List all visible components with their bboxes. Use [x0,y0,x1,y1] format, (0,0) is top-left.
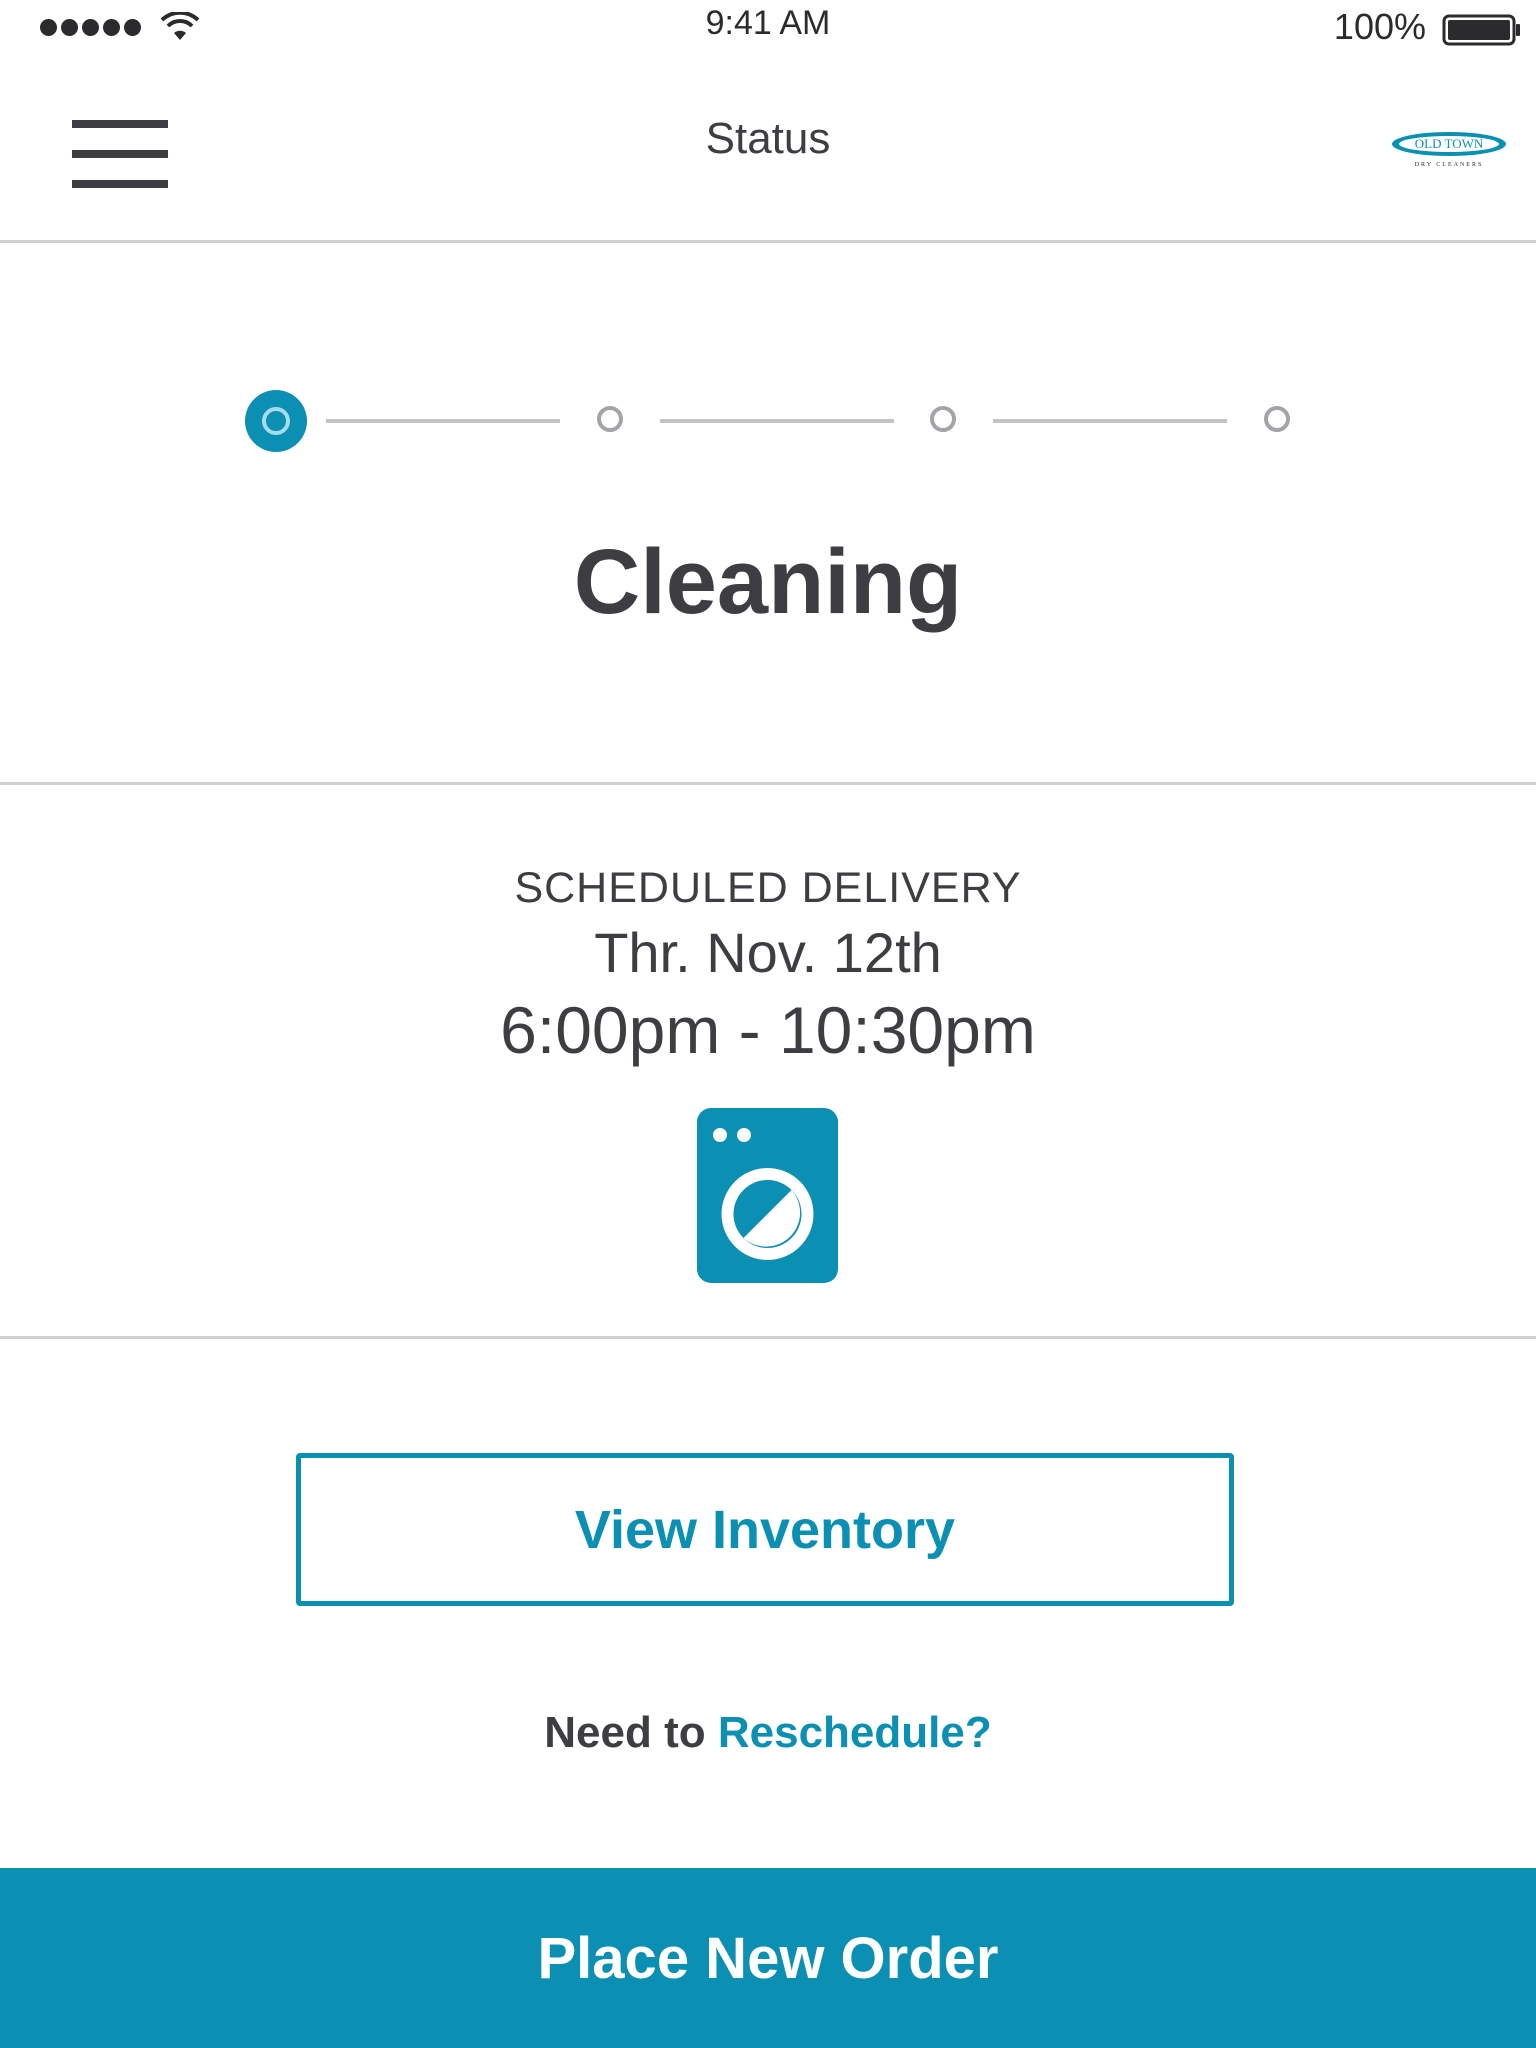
step-connector [660,419,894,423]
reschedule-prefix: Need to [544,1708,706,1757]
progress-stepper [0,390,1536,454]
svg-text:OLD TOWN: OLD TOWN [1415,136,1484,151]
status-time: 9:41 AM [705,4,831,42]
step-3 [930,406,956,432]
delivery-label: SCHEDULED DELIVERY [514,864,1022,912]
step-1-active [245,390,307,452]
washing-machine-icon [697,1108,838,1283]
page-title: Status [705,114,831,163]
place-new-order-button[interactable]: Place New Order [0,1868,1536,2048]
step-4 [1264,406,1290,432]
svg-text:DRY CLEANERS: DRY CLEANERS [1415,162,1484,168]
divider [0,782,1536,785]
step-connector [993,419,1227,423]
order-status-heading: Cleaning [573,531,963,633]
step-connector [326,419,560,423]
divider [0,1336,1536,1339]
battery-icon [1442,14,1520,46]
nav-bar: Status OLD TOWN DRY CLEANERS [0,56,1536,243]
status-bar: 9:41 AM 100% [0,0,1536,56]
delivery-time-window: 6:00pm - 10:30pm [500,993,1036,1067]
view-inventory-button[interactable]: View Inventory [296,1453,1234,1606]
old-town-logo: OLD TOWN DRY CLEANERS [1392,132,1506,168]
delivery-date: Thr. Nov. 12th [594,921,942,984]
reschedule-prompt: Need to Reschedule? [0,1708,1536,1758]
step-2 [597,406,623,432]
battery-percentage: 100% [1333,6,1426,47]
reschedule-link[interactable]: Reschedule? [718,1708,992,1757]
